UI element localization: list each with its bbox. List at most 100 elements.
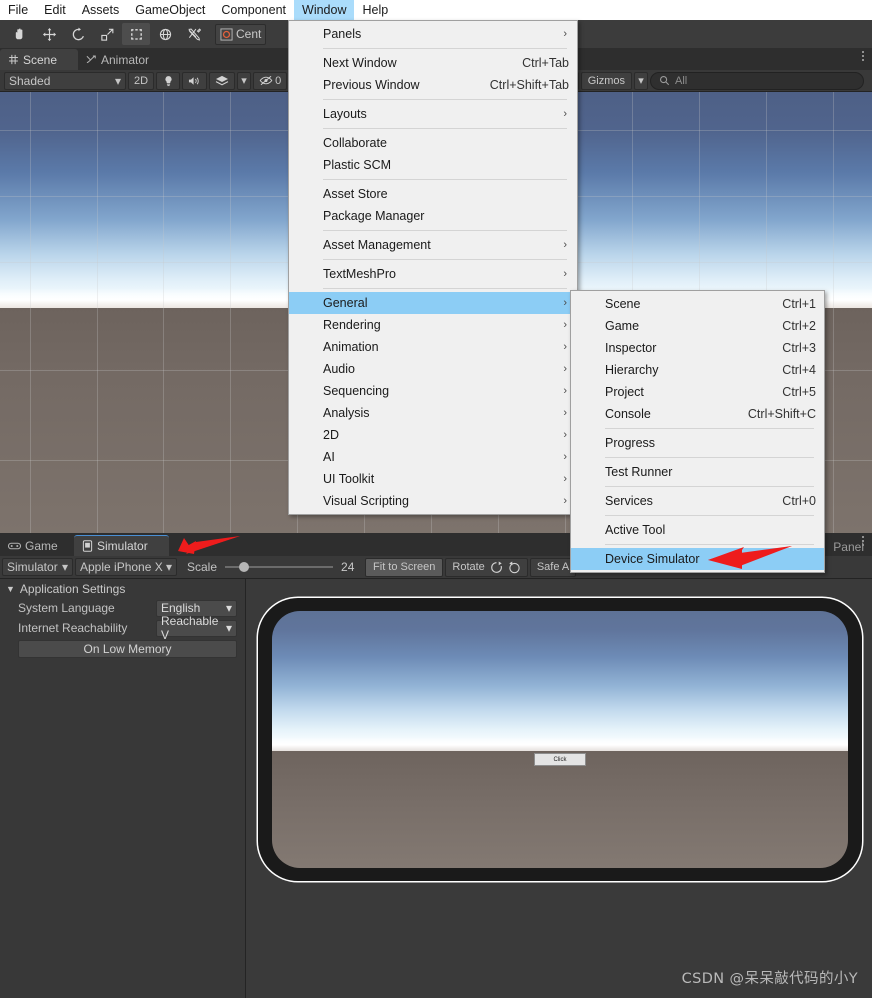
window-menu-item-audio[interactable]: Audio ›: [289, 358, 577, 380]
scene-lighting-button[interactable]: [156, 71, 181, 90]
internet-reachability-value: Reachable V: [161, 614, 219, 642]
general-menu-item-game[interactable]: Game Ctrl+2: [571, 315, 824, 337]
general-menu-item-inspector[interactable]: Inspector Ctrl+3: [571, 337, 824, 359]
window-menu-item-collaborate[interactable]: Collaborate: [289, 132, 577, 154]
menu-item-label: Visual Scripting: [323, 494, 409, 508]
pivot-mode-label: Cent: [236, 27, 262, 41]
window-menu-item-next-window[interactable]: Next Window Ctrl+Tab: [289, 52, 577, 74]
window-menu-item-general[interactable]: General ›: [289, 292, 577, 314]
fit-to-screen-button[interactable]: Fit to Screen: [365, 557, 444, 577]
toggle-2d-button[interactable]: 2D: [128, 71, 155, 90]
lightbulb-icon: [165, 75, 172, 86]
window-menu-item-visual-scripting[interactable]: Visual Scripting ›: [289, 490, 577, 512]
scene-search-input[interactable]: All: [650, 71, 864, 90]
tab-animator[interactable]: Animator: [78, 49, 170, 70]
simulator-device-stage[interactable]: Click: [246, 579, 872, 998]
scene-audio-button[interactable]: [182, 71, 208, 90]
transform-tool-icon[interactable]: [151, 23, 179, 45]
general-menu-item-project[interactable]: Project Ctrl+5: [571, 381, 824, 403]
window-menu-item-layouts[interactable]: Layouts ›: [289, 103, 577, 125]
menu-item-shortcut: Ctrl+1: [782, 297, 816, 311]
scene-options-kebab-icon[interactable]: [862, 51, 864, 61]
on-low-memory-button[interactable]: On Low Memory: [18, 640, 237, 658]
window-menu-item-asset-store[interactable]: Asset Store: [289, 183, 577, 205]
window-menu-item-package-manager[interactable]: Package Manager: [289, 205, 577, 227]
scale-value: 24: [341, 560, 355, 574]
general-menu-item-scene[interactable]: Scene Ctrl+1: [571, 293, 824, 315]
rotate-cw-icon: [509, 561, 520, 573]
general-menu-item-progress[interactable]: Progress: [571, 432, 824, 454]
system-language-label: System Language: [18, 601, 115, 615]
device-ui-button[interactable]: Click: [534, 753, 586, 766]
window-menu-item-ui-toolkit[interactable]: UI Toolkit ›: [289, 468, 577, 490]
gizmos-dropdown[interactable]: ▾: [634, 71, 648, 90]
general-menu-item-active-tool[interactable]: Active Tool: [571, 519, 824, 541]
menubar-item-assets[interactable]: Assets: [74, 0, 128, 20]
window-menu-item-2d[interactable]: 2D ›: [289, 424, 577, 446]
application-settings-foldout[interactable]: ▼ Application Settings: [0, 579, 245, 598]
general-menu-item-hierarchy[interactable]: Hierarchy Ctrl+4: [571, 359, 824, 381]
general-menu-item-console[interactable]: Console Ctrl+Shift+C: [571, 403, 824, 425]
menubar-item-edit[interactable]: Edit: [36, 0, 74, 20]
window-menu-item-rendering[interactable]: Rendering ›: [289, 314, 577, 336]
scale-tool-icon[interactable]: [93, 23, 121, 45]
window-menu-item-previous-window[interactable]: Previous Window Ctrl+Shift+Tab: [289, 74, 577, 96]
window-menu-item-separator: [323, 48, 567, 49]
menu-item-shortcut: Ctrl+Shift+Tab: [489, 78, 569, 92]
rotate-tool-icon[interactable]: [64, 23, 92, 45]
window-menu-item-textmeshpro[interactable]: TextMeshPro ›: [289, 263, 577, 285]
menubar-item-gameobject[interactable]: GameObject: [127, 0, 213, 20]
move-tool-icon[interactable]: [35, 23, 63, 45]
chevron-down-icon: ▾: [638, 75, 644, 87]
general-menu-item-services[interactable]: Services Ctrl+0: [571, 490, 824, 512]
simulator-mode-dropdown[interactable]: Simulator ▾: [2, 558, 73, 576]
window-menu-item-panels[interactable]: Panels ›: [289, 23, 577, 45]
tab-simulator[interactable]: Simulator: [74, 535, 169, 556]
chevron-right-icon: ›: [563, 363, 567, 375]
watermark-text: CSDN @呆呆敲代码的小Y: [681, 971, 858, 987]
menu-item-label: Previous Window: [323, 78, 420, 92]
shading-mode-dropdown[interactable]: Shaded ▾: [4, 71, 126, 90]
general-menu-item-test-runner[interactable]: Test Runner: [571, 461, 824, 483]
scale-slider[interactable]: [225, 562, 334, 572]
tab-game[interactable]: Game: [0, 535, 74, 556]
shading-mode-label: Shaded: [9, 73, 51, 88]
window-menu-item-asset-management[interactable]: Asset Management ›: [289, 234, 577, 256]
tab-scene-label: Scene: [23, 52, 58, 67]
menu-item-shortcut: Ctrl+2: [782, 319, 816, 333]
menu-item-label: Layouts: [323, 107, 367, 121]
menubar-item-file[interactable]: File: [0, 0, 36, 20]
chevron-right-icon: ›: [563, 451, 567, 463]
scene-hidden-objects-button[interactable]: 0: [253, 71, 288, 90]
window-menu-item-ai[interactable]: AI ›: [289, 446, 577, 468]
menubar-item-help[interactable]: Help: [354, 0, 396, 20]
window-menu-item-sequencing[interactable]: Sequencing ›: [289, 380, 577, 402]
pivot-mode-button[interactable]: Cent: [215, 23, 267, 45]
general-menu-item-device-simulator[interactable]: Device Simulator: [571, 548, 824, 570]
chevron-right-icon: ›: [563, 407, 567, 419]
window-menu-item-analysis[interactable]: Analysis ›: [289, 402, 577, 424]
menubar-item-component[interactable]: Component: [213, 0, 294, 20]
toggle-2d-label: 2D: [134, 74, 149, 87]
hand-tool-icon[interactable]: [6, 23, 34, 45]
menu-item-label: Device Simulator: [605, 552, 700, 566]
window-menu-item-plastic-scm[interactable]: Plastic SCM: [289, 154, 577, 176]
rotate-control[interactable]: Rotate: [445, 557, 528, 577]
menu-item-label: 2D: [323, 428, 339, 442]
device-select-label: Apple iPhone X: [80, 560, 163, 574]
menubar-item-window[interactable]: Window: [294, 0, 355, 20]
tab-scene[interactable]: Scene: [0, 49, 78, 70]
internet-reachability-dropdown[interactable]: Reachable V ▾: [156, 614, 237, 642]
custom-tool-icon[interactable]: [180, 23, 208, 45]
device-screen[interactable]: Click: [272, 611, 848, 868]
device-select-dropdown[interactable]: Apple iPhone X ▾: [75, 558, 177, 576]
scale-slider-knob[interactable]: [239, 562, 250, 572]
gizmos-button[interactable]: Gizmos: [580, 71, 632, 90]
scene-fx-dropdown[interactable]: ▾: [237, 71, 252, 90]
menu-item-shortcut: Ctrl+Tab: [522, 56, 569, 70]
menu-item-label: Scene: [605, 297, 641, 311]
menu-item-label: AI: [323, 450, 335, 464]
rect-tool-icon[interactable]: [122, 23, 150, 45]
window-menu-item-animation[interactable]: Animation ›: [289, 336, 577, 358]
scene-fx-button[interactable]: [209, 71, 236, 90]
